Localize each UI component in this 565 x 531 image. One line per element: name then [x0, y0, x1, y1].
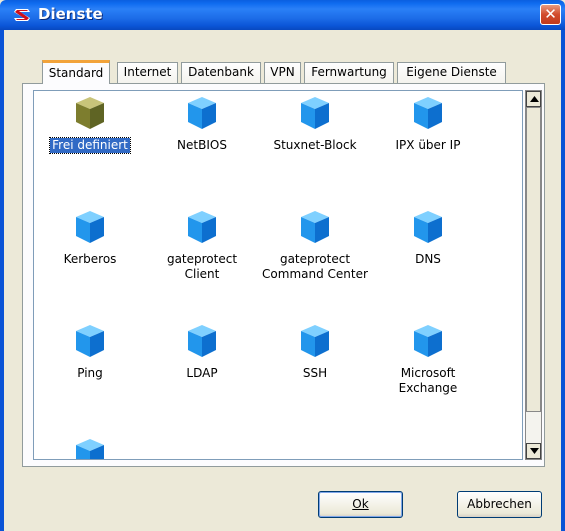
cancel-button[interactable]: Abbrechen	[457, 491, 542, 518]
tab-datenbank[interactable]: Datenbank	[181, 62, 261, 83]
tab-fernwartung[interactable]: Fernwartung	[304, 62, 394, 83]
services-list[interactable]: Frei definiert NetBIOS Stuxnet-Block IPX…	[33, 90, 523, 460]
tab-internet[interactable]: Internet	[117, 62, 178, 83]
service-label: SSH	[302, 366, 328, 380]
ok-button[interactable]: Ok	[318, 491, 403, 518]
scroll-down-button[interactable]	[526, 443, 541, 459]
service-cube-icon	[76, 325, 104, 357]
service-label: NetBIOS	[177, 138, 227, 152]
service-cube-icon	[414, 211, 442, 243]
service-cube-icon	[188, 325, 216, 357]
app-logo-icon	[14, 9, 30, 21]
service-cube-icon	[301, 97, 329, 129]
arrow-down-icon	[530, 448, 539, 454]
service-item-gateprotect-client[interactable]: gateprotect Client	[146, 210, 258, 282]
window-frame-right	[561, 30, 565, 531]
service-label: Frei definiert	[49, 137, 131, 154]
tab-eigene-dienste[interactable]: Eigene Dienste	[397, 62, 506, 83]
service-item-partial[interactable]	[34, 438, 146, 459]
service-item-dns[interactable]: DNS	[372, 210, 484, 267]
ok-button-label: Ok	[352, 497, 369, 511]
service-label: Microsoft Exchange	[398, 366, 458, 395]
tab-vpn[interactable]: VPN	[264, 62, 301, 83]
service-item-ldap[interactable]: LDAP	[146, 324, 258, 381]
service-item-stuxnet-block[interactable]: Stuxnet-Block	[259, 96, 371, 153]
service-label: DNS	[415, 252, 441, 266]
title-bar[interactable]: Dienste ✕	[0, 0, 565, 30]
service-cube-icon	[76, 439, 104, 459]
service-label: IPX über IP	[395, 138, 461, 152]
service-item-netbios[interactable]: NetBIOS	[146, 96, 258, 153]
vertical-scrollbar[interactable]	[525, 90, 542, 460]
service-cube-icon	[414, 325, 442, 357]
service-cube-icon	[414, 97, 442, 129]
service-label: Kerberos	[63, 252, 117, 266]
service-label: gateprotect Client	[166, 252, 238, 281]
service-item-frei-definiert[interactable]: Frei definiert	[34, 96, 146, 154]
arrow-up-icon	[530, 96, 539, 102]
service-cube-icon	[301, 211, 329, 243]
dialog-window: Dienste ✕ Standard Internet Datenbank VP…	[0, 0, 565, 531]
service-cube-icon	[301, 325, 329, 357]
close-button[interactable]: ✕	[540, 4, 561, 25]
window-frame-left	[0, 30, 4, 531]
service-label: Ping	[77, 366, 103, 380]
service-item-ssh[interactable]: SSH	[259, 324, 371, 381]
service-cube-icon	[76, 211, 104, 243]
service-item-gateprotect-command-center[interactable]: gateprotect Command Center	[259, 210, 371, 282]
service-cube-icon	[188, 97, 216, 129]
service-cube-icon	[188, 211, 216, 243]
close-icon: ✕	[544, 5, 557, 23]
service-item-ipx-ueber-ip[interactable]: IPX über IP	[372, 96, 484, 153]
service-label: gateprotect Command Center	[262, 252, 368, 281]
window-title: Dienste	[38, 5, 103, 23]
custom-cube-icon	[76, 97, 104, 129]
service-item-kerberos[interactable]: Kerberos	[34, 210, 146, 267]
service-item-microsoft-exchange[interactable]: Microsoft Exchange	[372, 324, 484, 396]
service-item-ping[interactable]: Ping	[34, 324, 146, 381]
scroll-up-button[interactable]	[526, 91, 541, 107]
scroll-thumb[interactable]	[526, 107, 541, 412]
service-label: LDAP	[186, 366, 218, 380]
tab-panel: Frei definiert NetBIOS Stuxnet-Block IPX…	[22, 83, 545, 467]
cancel-button-label: Abbrechen	[467, 497, 532, 511]
service-label: Stuxnet-Block	[273, 138, 357, 152]
tab-standard[interactable]: Standard	[42, 60, 110, 84]
